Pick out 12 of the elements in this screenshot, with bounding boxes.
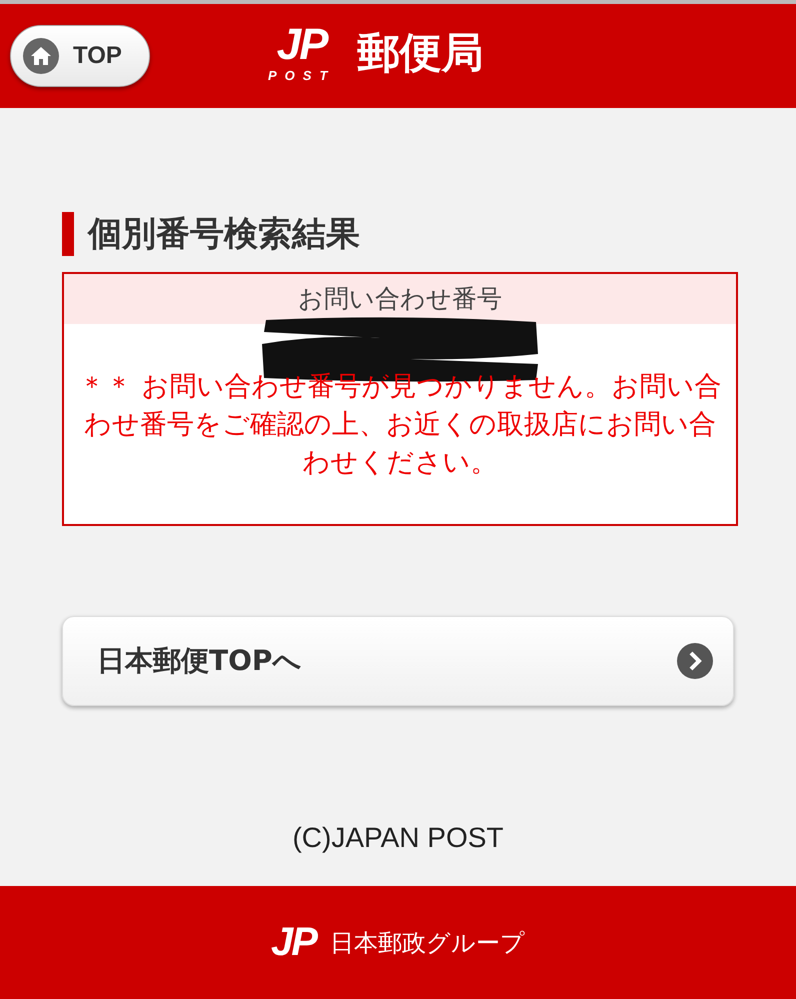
logo-mark: JP (276, 22, 327, 68)
field-label: お問い合わせ番号 (298, 284, 502, 313)
copyright-text: (C)JAPAN POST (292, 822, 504, 854)
section-heading: 個別番号検索結果 (62, 212, 738, 256)
link-button[interactable]: 日本郵便TOPへ (62, 616, 734, 706)
home-icon (23, 38, 59, 74)
chevron-right-icon (677, 643, 713, 679)
group-name: 日本郵政グループ (330, 928, 525, 958)
logo-mark: JP (271, 920, 316, 965)
site-title: 郵便局 (357, 26, 484, 78)
logo-subtext: POST (268, 68, 336, 83)
top-button[interactable]: TOP (10, 25, 150, 87)
